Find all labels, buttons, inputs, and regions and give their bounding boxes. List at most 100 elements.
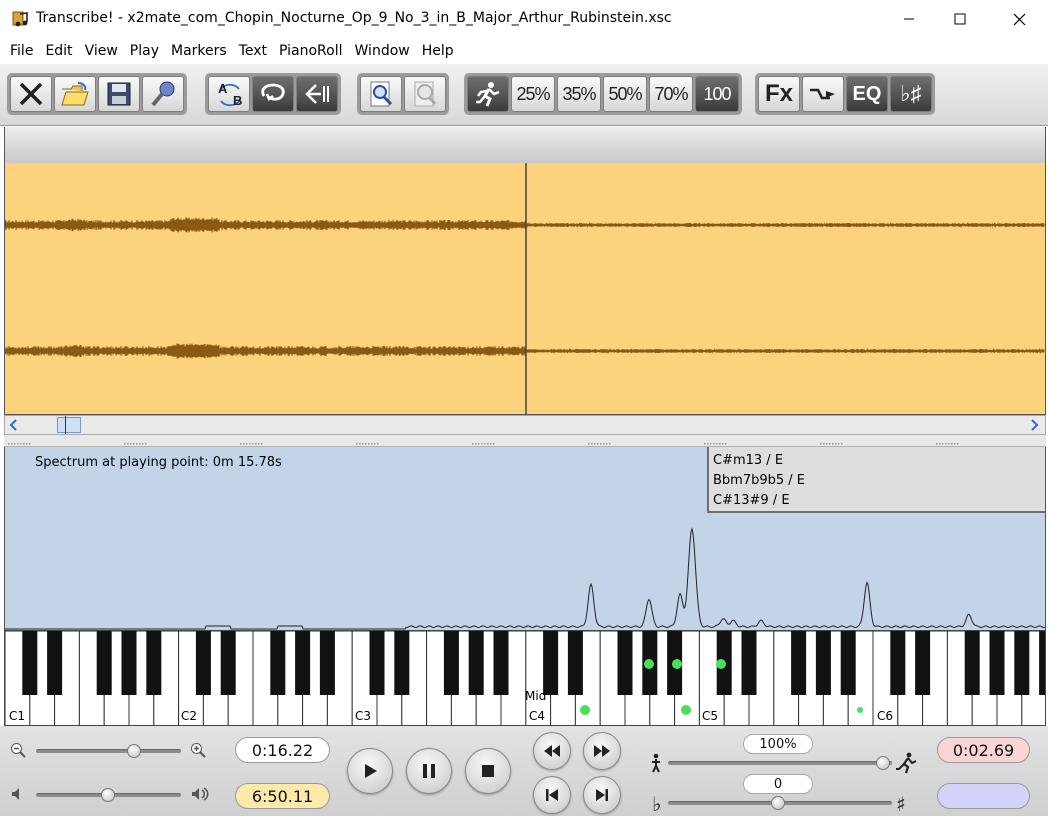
black-key[interactable] [890,631,906,695]
loop-secondary-field[interactable] [937,783,1030,809]
transpose-value[interactable]: 0 [743,774,813,794]
black-key[interactable] [369,631,385,695]
waveform-channel-right [5,343,1045,359]
grip-dot [14,443,16,445]
black-key[interactable] [1014,631,1030,695]
black-key[interactable] [47,631,63,695]
zoom-slider-knob[interactable] [127,744,141,758]
fast-forward-button[interactable] [583,732,621,770]
speaker-low-icon[interactable] [10,786,26,802]
piano-keyboard[interactable]: C1 C2 C3 Mid C4 C5 C6 [4,630,1046,726]
black-key[interactable] [220,631,236,695]
black-key[interactable] [195,631,211,695]
play-button[interactable] [347,748,393,794]
speed-slider[interactable] [668,761,892,765]
black-key[interactable] [295,631,311,695]
speed-value[interactable]: 100% [743,734,813,754]
speed-70-button[interactable]: 70% [649,76,693,112]
pause-button[interactable] [406,748,452,794]
scroll-left-button[interactable] [7,417,21,433]
octave-label-c5: C5 [702,709,719,723]
black-key[interactable] [915,631,931,695]
position-time[interactable]: 0:16.22 [235,737,330,763]
black-key[interactable] [96,631,112,695]
speed-toggle-button[interactable] [467,76,509,112]
grip-dot [945,443,947,445]
waveform-panel[interactable] [4,163,1046,415]
black-key[interactable] [468,631,484,695]
open-file-button[interactable] [54,76,96,112]
speed-slider-knob[interactable] [876,756,890,770]
menu-window[interactable]: Window [349,38,416,64]
black-key[interactable] [22,631,38,695]
skip-forward-button[interactable] [583,776,621,814]
speed-25-button[interactable]: 25% [511,76,555,112]
minimize-button[interactable] [886,0,932,38]
return-to-start-button[interactable] [296,76,338,112]
grip-dot [23,443,25,445]
black-key[interactable] [989,631,1005,695]
scroll-thumb[interactable] [57,417,81,433]
black-key[interactable] [121,631,137,695]
black-key[interactable] [741,631,757,695]
grip-dot [20,443,22,445]
zoom-out-icon[interactable] [10,742,26,758]
black-key[interactable] [146,631,162,695]
ab-loop-button[interactable]: A B [208,76,250,112]
menu-help[interactable]: Help [416,38,460,64]
speaker-high-icon[interactable] [190,786,210,802]
black-key[interactable] [443,631,459,695]
menu-markers[interactable]: Markers [165,38,233,64]
grip-dot [704,443,706,445]
black-key[interactable] [840,631,856,695]
black-key[interactable] [791,631,807,695]
black-key[interactable] [319,631,335,695]
rewind-button[interactable] [533,732,571,770]
fx-button[interactable]: Fx [758,76,800,112]
zoom-disabled-button[interactable] [404,76,446,112]
zoom-in-icon[interactable] [190,742,206,758]
menu-view[interactable]: View [79,38,124,64]
black-key[interactable] [1039,631,1046,695]
speed-50-button[interactable]: 50% [603,76,647,112]
speed-35-button[interactable]: 35% [557,76,601,112]
microphone-button[interactable] [142,76,184,112]
transpose-button[interactable]: ♭♯ [890,76,932,112]
scroll-right-button[interactable] [1027,417,1041,433]
loop-time[interactable]: 0:02.69 [937,737,1030,763]
speed-100-button[interactable]: 100 [695,76,739,112]
waveform-scrollbar[interactable] [4,415,1046,435]
menu-edit[interactable]: Edit [39,38,78,64]
black-key[interactable] [493,631,509,695]
loop-button[interactable] [252,76,294,112]
black-key[interactable] [270,631,286,695]
zoom-slider[interactable] [36,749,181,753]
zoom-button[interactable] [360,76,402,112]
save-file-button[interactable] [98,76,140,112]
black-key[interactable] [617,631,633,695]
black-key[interactable] [964,631,980,695]
close-button[interactable] [996,0,1042,38]
menu-pianoroll[interactable]: PianoRoll [273,38,349,64]
spectrum-panel[interactable]: Spectrum at playing point: 0m 15.78s C#m… [4,447,1046,630]
grip-dot [240,443,242,445]
chevron-left-icon [9,419,17,431]
black-key[interactable] [815,631,831,695]
stop-button[interactable] [465,748,511,794]
close-file-button[interactable] [10,76,52,112]
marker-ruler[interactable] [4,127,1046,163]
black-key[interactable] [543,631,559,695]
grip-dot [29,443,31,445]
maximize-button[interactable] [937,0,983,38]
menu-play[interactable]: Play [124,38,165,64]
black-key[interactable] [567,631,583,695]
panel-splitter[interactable] [4,435,1046,447]
menu-file[interactable]: File [4,38,39,64]
skip-back-button[interactable] [533,776,571,814]
menu-text[interactable]: Text [233,38,273,64]
transpose-slider-knob[interactable] [771,796,785,810]
fade-button[interactable] [802,76,844,112]
black-key[interactable] [394,631,410,695]
volume-slider-knob[interactable] [101,788,115,802]
eq-button[interactable]: EQ [846,76,888,112]
